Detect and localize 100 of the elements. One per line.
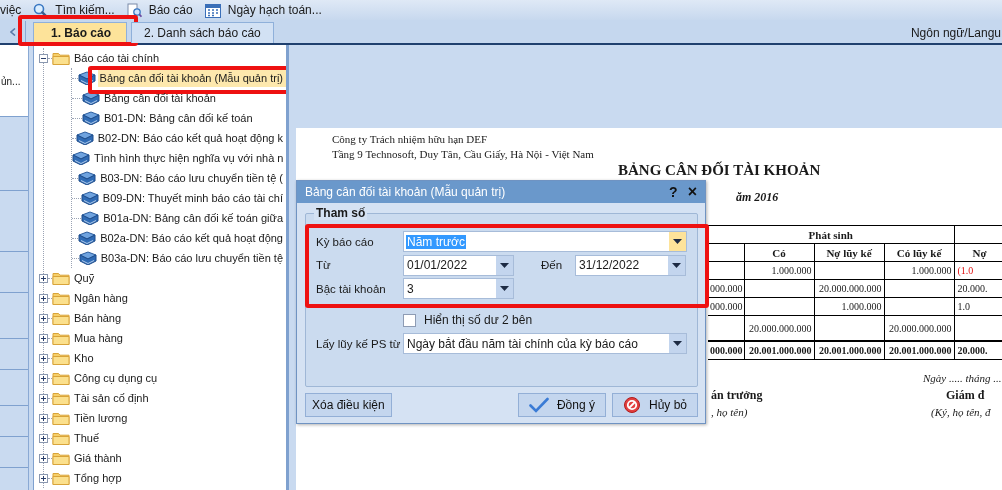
field-label: Từ [316,259,332,272]
book-icon [72,151,90,165]
toolbar-button[interactable]: Báo cáo [126,2,193,18]
dropdown-button[interactable] [669,334,686,354]
caret-icon [672,262,681,268]
table-cell: 20.001.000.000 [814,341,884,360]
expand-icon[interactable] [39,373,48,383]
folder-icon [52,451,70,465]
expand-icon[interactable] [39,393,48,403]
tree-item[interactable]: B02a-DN: Báo cáo kết quả hoạt động [98,229,286,247]
expand-icon[interactable] [39,313,48,323]
tree-item[interactable]: B09-DN: Thuyết minh báo cáo tài chí [100,189,286,207]
tree-item[interactable]: B02-DN: Báo cáo kết quả hoạt động k [95,129,286,147]
book-icon [82,111,100,125]
expand-icon[interactable] [39,433,48,443]
tree-folder[interactable]: Tiền lương [74,412,128,424]
book-icon [80,191,99,205]
dropdown-field[interactable]: Ngày bắt đầu năm tài chính của kỳ báo cáo [403,333,687,355]
tree-folder[interactable]: Tổng hợp [74,472,122,484]
folder-icon [52,331,70,345]
folder-icon [52,391,70,405]
tree-item[interactable]: B01-DN: Bảng cân đối kế toán [102,109,256,127]
tree-folder[interactable]: Báo cáo tài chính [74,52,159,64]
toolbar-button[interactable]: Tìm kiếm... [33,2,115,18]
date-field[interactable]: 31/12/2022 [575,254,686,276]
group-title: Tham số [314,206,368,220]
tree-folder[interactable]: Giá thành [74,452,122,464]
calendar-icon [204,2,221,18]
folder-icon [52,371,70,385]
company-address: Tầng 9 Technosoft, Duy Tân, Cầu Giấy, Hà Nội - Việt Nam [332,147,595,162]
tree-folder[interactable]: Tài sản cố định [74,392,149,404]
tree-folder[interactable]: Mua hàng [74,332,123,344]
dropdown-button[interactable] [496,279,513,299]
expand-icon[interactable] [39,353,48,363]
folder-icon [52,291,70,305]
collapse-icon[interactable] [39,53,48,63]
toolbar-button[interactable]: Ngày hạch toán... [204,2,322,18]
table-cell: 20.000.000.000 [814,279,884,298]
field-label: Bậc tài khoản [316,282,387,295]
tab[interactable]: 2. Danh sách báo cáo [131,22,274,43]
folder-icon [52,311,70,325]
signer-title: án trưởng [711,388,764,403]
tree-item[interactable]: B03-DN: Báo cáo lưu chuyển tiền tệ ( [98,169,286,187]
book-icon [78,171,97,185]
dialog-button[interactable]: Đồng ý [517,393,606,417]
dropdown-button[interactable] [668,255,685,275]
checkbox[interactable] [403,313,416,327]
signature-date: Ngày ..... tháng ... [923,372,1002,384]
help-button[interactable]: ? [669,184,678,200]
tree-item[interactable]: Bảng cân đối tài khoản [102,89,219,107]
expand-icon[interactable] [39,293,48,303]
tree-folder[interactable]: Ngân hàng [74,292,128,304]
dialog-button[interactable]: Xóa điều kiện [305,393,392,417]
signer-note: , họ tên) [711,406,749,418]
table-cell: 000.000 [708,341,744,360]
dropdown-field[interactable]: 3 [403,278,514,300]
field-label: Lấy lũy kế PS từ [316,337,402,350]
column-header: Phát sinh [708,225,954,244]
expand-icon[interactable] [39,473,48,483]
nav-item-label[interactable]: ủn... [1,76,21,87]
column-header: Có [744,243,814,262]
expand-icon[interactable] [39,453,48,463]
checkbox-label[interactable]: Hiển thị số dư 2 bên [424,313,533,328]
tree-item[interactable]: Tình hình thực hiện nghĩa vụ với nhà n [92,149,286,167]
tree-folder[interactable]: Thuế [74,432,100,444]
book-icon [75,131,94,145]
column-header: Nợ lũy kế [814,243,884,262]
table-cell: 1.000.000 [814,297,884,316]
tree-folder[interactable]: Công cụ dụng cụ [74,372,158,384]
language-label[interactable]: Ngôn ngữ/Langu [910,23,1001,40]
table-cell: 000.000 [708,297,744,316]
dialog-title: Bảng cân đối tài khoản (Mẫu quản trị) [305,185,507,199]
cancel-icon [622,396,641,414]
tree-folder[interactable]: Kho [74,352,94,364]
book-icon [82,91,100,105]
tree-folder[interactable]: Quỹ [74,272,95,284]
tree-item[interactable]: B03a-DN: Báo cáo lưu chuyển tiền tệ [98,249,286,267]
book-icon [77,71,96,85]
date-field[interactable]: 01/01/2022 [403,254,514,276]
tree-item[interactable]: B01a-DN: Bảng cân đối kế toán giữa [101,209,286,227]
dropdown-button[interactable] [496,255,513,275]
document-search-icon [126,2,142,18]
expand-icon[interactable] [39,413,48,423]
tree-folder[interactable]: Bán hàng [74,312,122,324]
dialog-button[interactable]: Hủy bỏ [611,393,698,417]
caret-icon [500,262,509,268]
close-button[interactable]: × [687,183,697,201]
tab[interactable]: 1. Báo cáo [33,22,128,43]
folder-icon [52,271,70,285]
dropdown-button[interactable] [669,232,686,252]
book-icon [78,251,97,265]
field-label: Kỳ báo cáo [316,235,375,248]
column-header: Có lũy kế [884,243,954,262]
expand-icon[interactable] [39,333,48,343]
folder-icon [52,471,70,485]
folder-icon [52,51,70,65]
signer-note: (Ký, họ tên, đ [931,406,991,418]
expand-icon[interactable] [39,273,48,283]
folder-icon [52,411,70,425]
toolbar-label[interactable]: việc [0,3,22,17]
